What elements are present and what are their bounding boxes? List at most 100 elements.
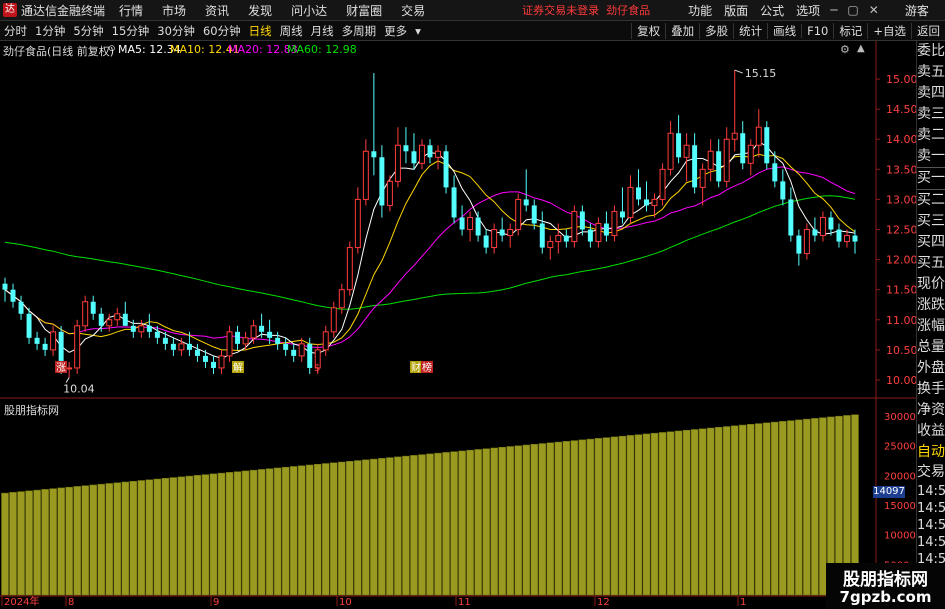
menu-discover[interactable]: 发现 [248,2,272,19]
candle-body [114,313,121,321]
kline-chart[interactable]: 15.00 14.50 14.00 13.50 13.00 12.50 12.00 11.50… [0,41,916,609]
add-watchlist-button[interactable]: +自选 [867,22,911,39]
guest-label[interactable]: 游客 [905,2,929,19]
candle-body [836,229,842,242]
x-tick-label: 12 [597,597,610,608]
indicator-bar [33,489,41,596]
indicator-bar [354,460,362,596]
candle-body [603,223,609,236]
candle-body [699,168,706,188]
period-1min[interactable]: 1分钟 [31,23,69,39]
maximize-icon[interactable]: ▢ [847,3,858,17]
quote-row-label: 净资 [917,402,945,418]
close-icon[interactable]: ✕ [869,3,879,17]
indicator-bar [321,463,330,596]
indicator-bar [209,473,218,596]
indicator-bar [714,427,723,596]
period-monthly[interactable]: 月线 [307,23,338,39]
indicator-bar [562,441,571,596]
menu-news[interactable]: 资讯 [205,2,229,19]
menu-market[interactable]: 行情 [119,2,143,19]
ma-toggle-icon[interactable]: ⊙ [108,44,116,54]
candle-body [451,187,457,218]
menu-trade[interactable]: 交易 [401,2,425,19]
y-tick-label: 13.00 [886,193,916,206]
candle-body [619,211,625,218]
menu-exchange[interactable]: 市场 [162,2,186,19]
candle-body [298,343,305,357]
candle-body [740,133,746,164]
indicator-bar [370,458,378,596]
watermark-line1: 股朋指标网 [843,570,928,590]
draw-line-button[interactable]: 画线 [767,22,801,39]
adjust-button[interactable]: 复权 [631,22,665,39]
indicator-bar [466,449,474,596]
indicator-bar [578,439,587,596]
indicator-bar [410,455,418,596]
candle-body [627,186,634,218]
menu-formula[interactable]: 公式 [760,2,784,19]
period-30min[interactable]: 30分钟 [153,23,199,39]
candle-body [595,222,602,243]
candle-body [275,337,281,344]
candle-body [50,331,57,351]
period-60min[interactable]: 60分钟 [199,23,245,39]
quote-row-label: 收益 [917,423,945,439]
login-warning[interactable]: 证券交易未登录 [522,2,599,18]
candle-body [362,150,369,200]
candle-body [226,331,233,357]
collapse-up-icon[interactable]: ▲ [857,43,865,54]
candle-body [259,325,265,332]
quote-row-label: 卖一 [917,146,945,168]
quote-row-label: 买二 [917,192,945,208]
indicator-bar [201,474,210,596]
back-button[interactable]: 返回 [911,22,945,39]
candle-body [812,229,818,236]
indicator-bar [9,492,17,596]
stats-button[interactable]: 统计 [733,22,767,39]
event-marker: 涨 [56,362,66,374]
indicator-bar [402,455,410,596]
candle-body [852,235,858,242]
y-tick-label: 14.00 [886,133,916,146]
quote-row-label: 卖四 [917,85,945,101]
indicator-bar [121,481,130,596]
title-bar: 达 通达信金融终端 行情 市场 资讯 发现 问小达 财富圈 交易 证券交易未登录… [0,0,945,21]
settings-icon[interactable]: ⚙ [840,43,850,56]
period-weekly[interactable]: 周线 [276,23,307,39]
candle-body [346,247,353,291]
quote-row-label: 现价 [917,276,945,292]
multi-stock-button[interactable]: 多股 [699,22,733,39]
candle-body [475,217,481,236]
indicator-bar [25,490,33,596]
candle-body [170,343,176,350]
period-5min[interactable]: 5分钟 [69,23,107,39]
candle-body [178,343,185,351]
quote-row-label: 卖五 [917,64,945,80]
indicator-bar [554,441,563,596]
auto-label[interactable]: 自动 [917,442,945,462]
quote-side-panel: 委比 卖五 卖四 卖三 卖二 卖一 买一 买二 买三 买四 买五 现价 涨跌 涨幅 总量 外盘 换手 净资 收益 自… [916,41,945,609]
indicator-tick-label: 30000 [884,412,916,423]
trade-label: 交易 [917,464,945,480]
overlay-button[interactable]: 叠加 [665,22,699,39]
period-daily[interactable]: 日线 [245,23,276,39]
chevron-down-icon[interactable]: ▾ [411,24,425,38]
period-multi[interactable]: 多周期 [338,23,381,39]
menu-wealth[interactable]: 财富圈 [346,2,382,19]
mark-button[interactable]: 标记 [833,22,867,39]
f10-button[interactable]: F10 [801,23,833,38]
menu-layout[interactable]: 版面 [724,2,748,19]
candle-body [291,349,297,356]
period-more[interactable]: 更多 [380,23,411,39]
indicator-current-value: 14097 [873,486,905,498]
minimize-icon[interactable]: ─ [830,3,837,17]
menu-options[interactable]: 选项 [796,2,820,19]
period-tick[interactable]: 分时 [0,23,31,39]
event-marker: 财 [411,361,421,374]
menu-ask[interactable]: 问小达 [291,2,327,19]
candle-body [499,229,505,236]
menu-function[interactable]: 功能 [688,2,712,19]
period-15min[interactable]: 15分钟 [108,23,154,39]
indicator-bar [105,483,114,596]
